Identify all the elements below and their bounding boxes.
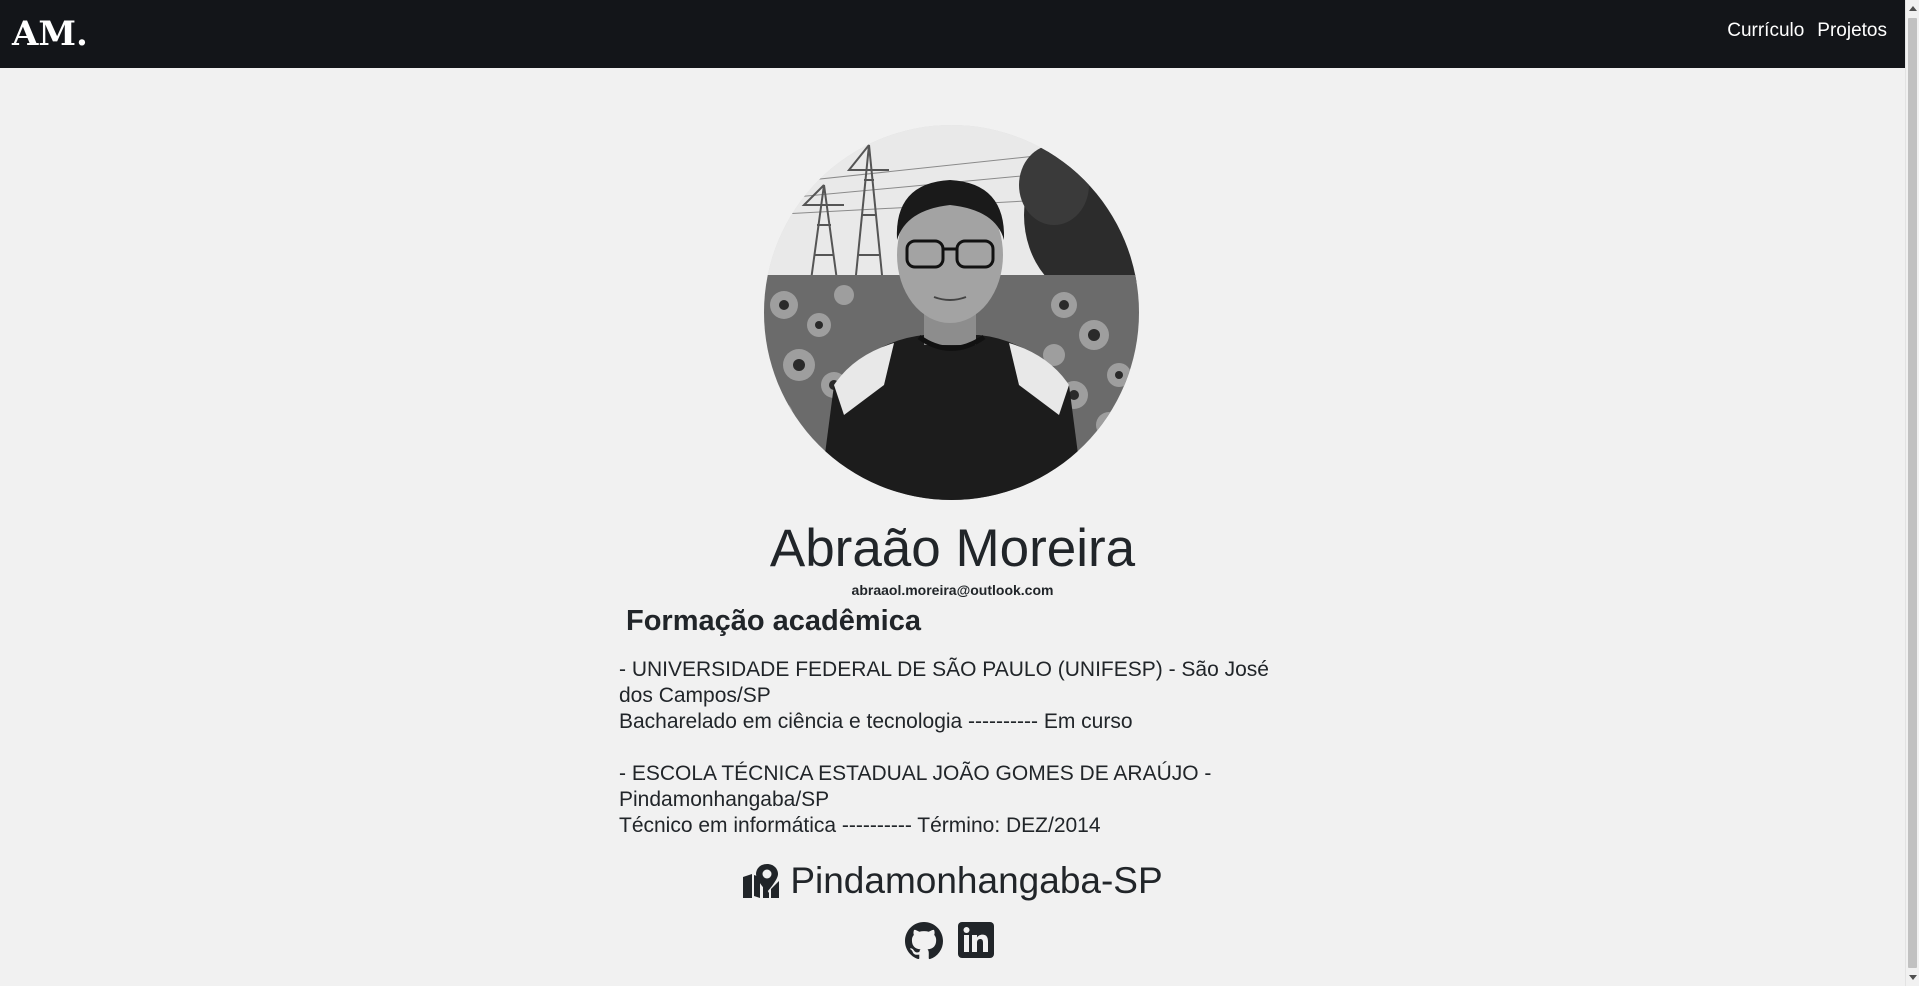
education-institution: - ESCOLA TÉCNICA ESTADUAL JOÃO GOMES DE … [619,762,1212,811]
nav-link-projetos[interactable]: Projetos [1817,20,1887,42]
education-course: Técnico em informática ---------- Términ… [619,814,1101,837]
scroll-up-arrow-icon[interactable] [1909,6,1917,11]
github-link[interactable] [905,922,943,965]
education-course: Bacharelado em ciência e tecnologia ----… [619,710,1133,733]
brand-logo[interactable]: AM. [12,14,88,54]
location-text: Pindamonhangaba-SP [790,860,1163,901]
profile-name: Abraão Moreira [769,519,1136,578]
education-title: Formação acadêmica [626,605,921,637]
education-entry: - ESCOLA TÉCNICA ESTADUAL JOÃO GOMES DE … [619,761,1269,839]
page-scrollbar[interactable] [1905,0,1919,986]
navbar: AM. Currículo Projetos [0,0,1905,68]
location: Pindamonhangaba-SP [0,860,1905,902]
profile-photo [764,125,1139,500]
scroll-thumb[interactable] [1908,18,1917,968]
education-entry: - UNIVERSIDADE FEDERAL DE SÃO PAULO (UNI… [619,657,1269,735]
nav-links: Currículo Projetos [1727,20,1887,42]
profile-photo-image [764,125,1139,500]
social-links [905,922,994,965]
scroll-down-arrow-icon[interactable] [1909,975,1917,980]
nav-link-curriculo[interactable]: Currículo [1727,20,1804,42]
profile-email: abraaol.moreira@outlook.com [851,582,1054,598]
map-marker-icon [743,864,780,898]
education-institution: - UNIVERSIDADE FEDERAL DE SÃO PAULO (UNI… [619,658,1269,707]
linkedin-icon [958,922,994,958]
education-list: - UNIVERSIDADE FEDERAL DE SÃO PAULO (UNI… [619,657,1269,865]
linkedin-link[interactable] [958,922,994,965]
github-icon [905,922,943,960]
